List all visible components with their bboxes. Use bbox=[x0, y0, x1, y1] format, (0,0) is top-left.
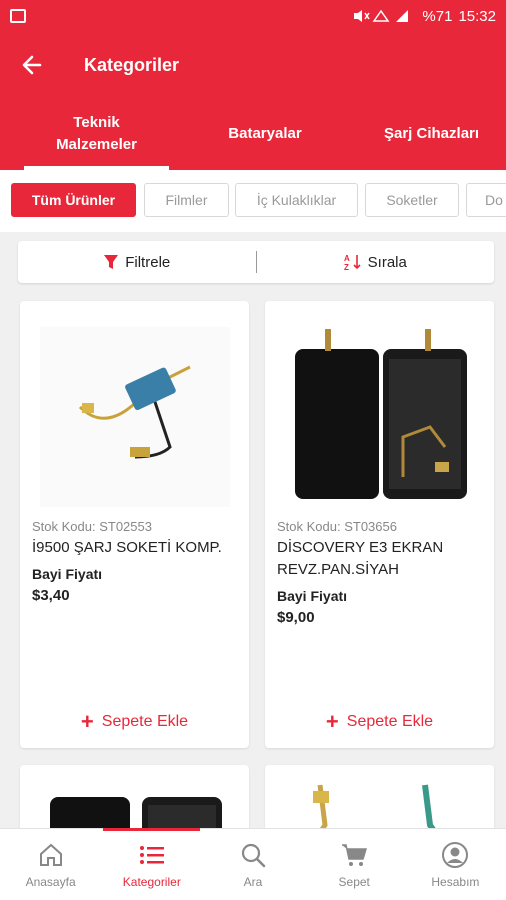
search-icon bbox=[241, 843, 266, 867]
add-to-cart-label: Sepete Ekle bbox=[101, 713, 189, 730]
product-price: $3,40 bbox=[32, 587, 70, 604]
chip-partial[interactable]: Do bbox=[466, 183, 506, 217]
category-tabs: Teknik Malzemeler Bataryalar Şarj Cihazl… bbox=[0, 98, 506, 170]
arrow-left-icon bbox=[22, 55, 42, 75]
product-card[interactable]: Stok Kodu: ST03656 DİSCOVERY E3 EKRAN RE… bbox=[265, 301, 494, 748]
status-bar: %71 15:32 bbox=[0, 0, 506, 32]
svg-text:Z: Z bbox=[344, 263, 349, 271]
sort-az-icon: A Z bbox=[344, 254, 361, 271]
filter-button[interactable]: Filtrele bbox=[18, 254, 256, 271]
sort-button[interactable]: A Z Sırala bbox=[257, 253, 495, 272]
status-icons bbox=[354, 9, 409, 22]
nav-label: Sepet bbox=[338, 874, 370, 889]
chip-ic-kulakliklar[interactable]: İç Kulaklıklar bbox=[235, 183, 358, 217]
chip-filmler[interactable]: Filmler bbox=[144, 183, 229, 217]
product-name: DİSCOVERY E3 EKRAN REVZ.PAN.SİYAH bbox=[277, 539, 444, 578]
product-sku: Stok Kodu: ST02553 bbox=[32, 519, 152, 534]
nav-label: Hesabım bbox=[431, 874, 480, 889]
svg-text:A: A bbox=[344, 254, 350, 263]
tab-bataryalar[interactable]: Bataryalar bbox=[200, 98, 330, 170]
chip-tum-urunler[interactable]: Tüm Ürünler bbox=[11, 183, 136, 217]
nav-label: Ara bbox=[243, 874, 263, 889]
filter-sort-bar: Filtrele A Z Sırala bbox=[18, 241, 494, 283]
product-name: İ9500 ŞARJ SOKETİ KOMP. bbox=[32, 539, 222, 556]
plus-icon: + bbox=[80, 709, 94, 734]
filter-label: Filtrele bbox=[125, 253, 171, 271]
tab-label-line2: Malzemeler bbox=[56, 136, 137, 153]
dealer-price-label: Bayi Fiyatı bbox=[32, 566, 103, 582]
app-bar: Kategoriler bbox=[0, 32, 506, 98]
tab-teknik-malzemeler[interactable]: Teknik Malzemeler bbox=[24, 98, 169, 170]
cart-icon bbox=[342, 843, 368, 866]
nav-sepet[interactable]: Sepet bbox=[304, 829, 405, 900]
gallery-notification-icon bbox=[10, 9, 26, 23]
product-image bbox=[285, 327, 475, 507]
add-to-cart-label: Sepete Ekle bbox=[346, 713, 434, 730]
home-icon bbox=[39, 843, 62, 866]
sort-label: Sırala bbox=[367, 253, 407, 271]
tab-label-line1: Teknik bbox=[73, 114, 120, 131]
page-title: Kategoriler bbox=[84, 54, 180, 75]
bottom-navigation: Anasayfa Kategoriler Ara Sepet Hesabım bbox=[0, 828, 506, 900]
clock: 15:32 bbox=[458, 7, 496, 25]
plus-icon: + bbox=[325, 709, 339, 734]
back-button[interactable] bbox=[0, 32, 64, 98]
nav-kategoriler[interactable]: Kategoriler bbox=[101, 828, 202, 900]
battery-percent: %71 bbox=[422, 7, 453, 25]
nav-anasayfa[interactable]: Anasayfa bbox=[0, 829, 101, 900]
nav-ara[interactable]: Ara bbox=[202, 829, 303, 900]
product-sku: Stok Kodu: ST03656 bbox=[277, 519, 397, 534]
chip-soketler[interactable]: Soketler bbox=[365, 183, 459, 217]
nav-label: Anasayfa bbox=[25, 874, 76, 889]
subcategory-chips: Tüm Ürünler Filmler İç Kulaklıklar Soket… bbox=[0, 170, 506, 232]
add-to-cart-button[interactable]: + Sepete Ekle bbox=[20, 709, 249, 734]
nav-label: Kategoriler bbox=[122, 874, 181, 889]
tab-sarj-cihazlari[interactable]: Şarj Cihazları bbox=[372, 98, 506, 170]
nav-hesabim[interactable]: Hesabım bbox=[405, 829, 506, 900]
add-to-cart-button[interactable]: + Sepete Ekle bbox=[265, 709, 494, 734]
product-price: $9,00 bbox=[277, 609, 315, 626]
product-image bbox=[40, 327, 230, 507]
filter-icon bbox=[104, 255, 119, 269]
list-icon bbox=[139, 845, 164, 864]
account-icon bbox=[442, 841, 469, 868]
product-card[interactable]: Stok Kodu: ST02553 İ9500 ŞARJ SOKETİ KOM… bbox=[20, 301, 249, 748]
dealer-price-label: Bayi Fiyatı bbox=[277, 588, 348, 604]
